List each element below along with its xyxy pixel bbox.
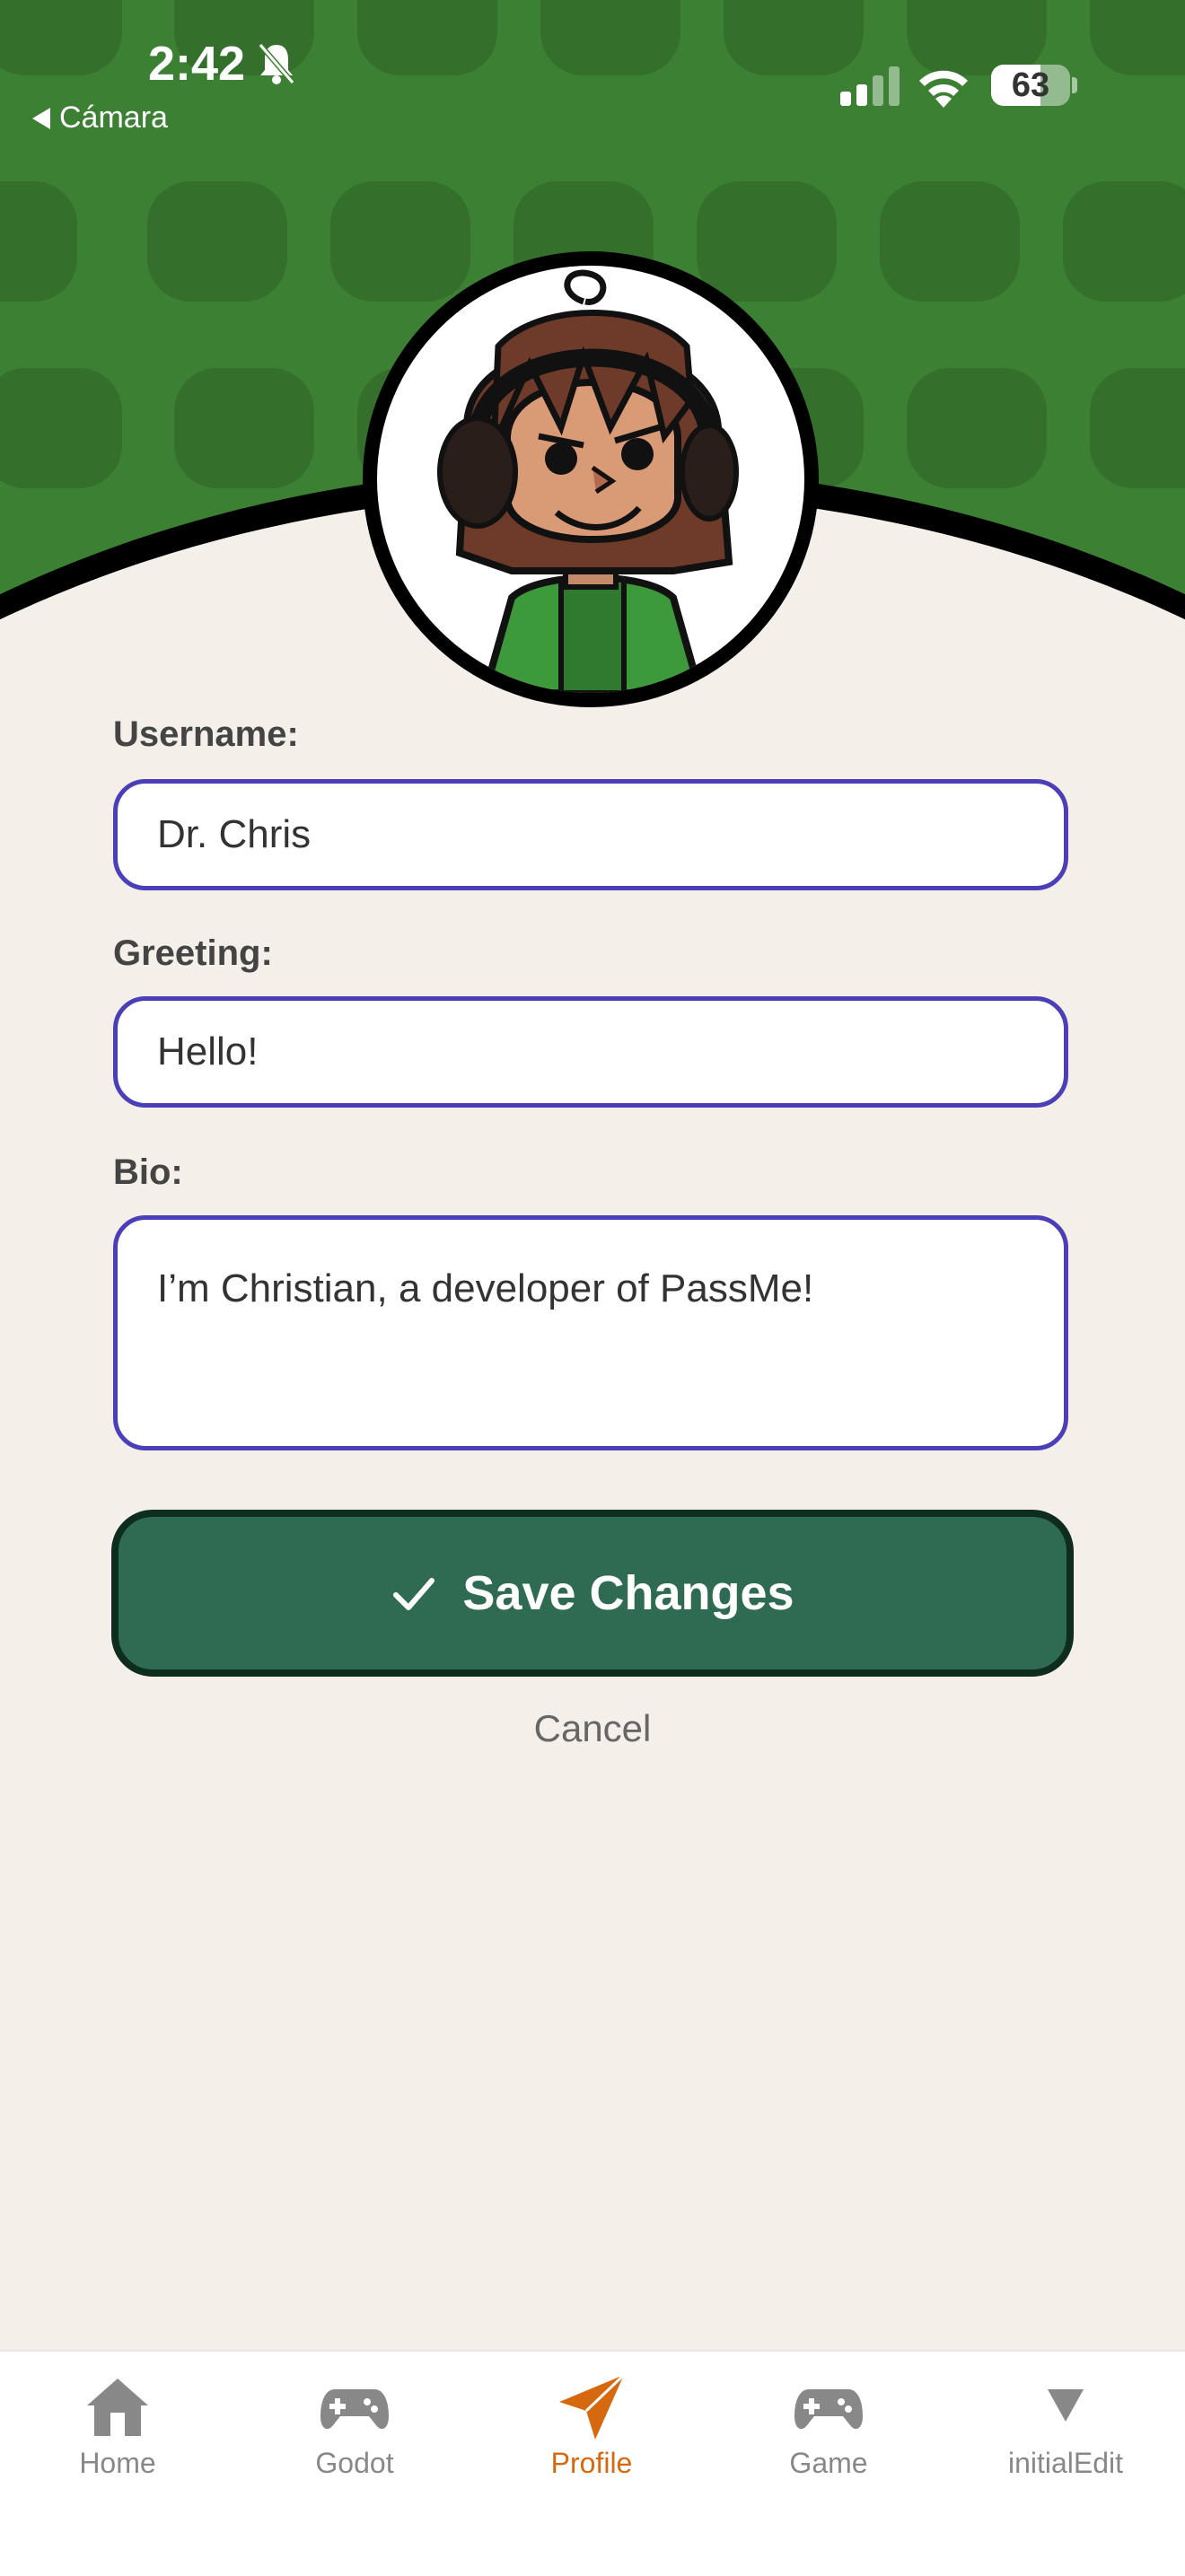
tab-godot[interactable]: Godot [256,2373,453,2480]
gamepad-icon [320,2389,389,2430]
tab-home-label: Home [79,2447,156,2479]
username-input[interactable] [113,779,1068,890]
tab-game[interactable]: Game [730,2373,927,2480]
bio-textarea[interactable]: I’m Christian, a developer of PassMe! [113,1215,1068,1450]
save-changes-button[interactable]: Save Changes [111,1510,1074,1677]
status-time: 2:42 [148,37,246,91]
cellular-signal-icon [840,66,900,106]
profile-avatar[interactable] [363,251,819,707]
character-portrait-image [437,269,739,693]
paper-plane-icon [559,2373,626,2440]
tab-home[interactable]: Home [19,2373,216,2480]
username-label: Username: [113,714,299,754]
tab-game-label: Game [789,2447,868,2479]
tab-profile[interactable]: Profile [493,2373,690,2480]
bell-muted-icon [258,43,295,84]
tab-godot-label: Godot [315,2447,394,2479]
tab-initialedit[interactable]: initialEdit [967,2373,1164,2480]
back-arrow-icon [32,107,50,129]
bottom-tab-bar: Home Godot Profile Game initialEdit [0,2350,1185,2576]
tab-initialedit-label: initialEdit [1007,2447,1124,2479]
tab-profile-label: Profile [550,2447,633,2479]
back-label: Cámara [59,101,168,135]
save-changes-label: Save Changes [462,1566,794,1620]
battery-indicator: 63 [991,65,1070,106]
bio-label: Bio: [113,1152,183,1192]
battery-percent: 63 [1011,66,1050,104]
triangle-down-icon [1048,2389,1084,2422]
greeting-label: Greeting: [113,933,273,973]
gamepad-icon [794,2389,863,2430]
checkmark-icon [393,1578,435,1610]
back-to-camera-link[interactable]: Cámara [32,101,168,136]
home-icon [87,2379,148,2436]
cancel-button[interactable]: Cancel [0,1707,1185,1750]
greeting-input[interactable] [113,996,1068,1108]
wifi-icon [919,70,968,108]
battery-nub [1072,77,1077,93]
